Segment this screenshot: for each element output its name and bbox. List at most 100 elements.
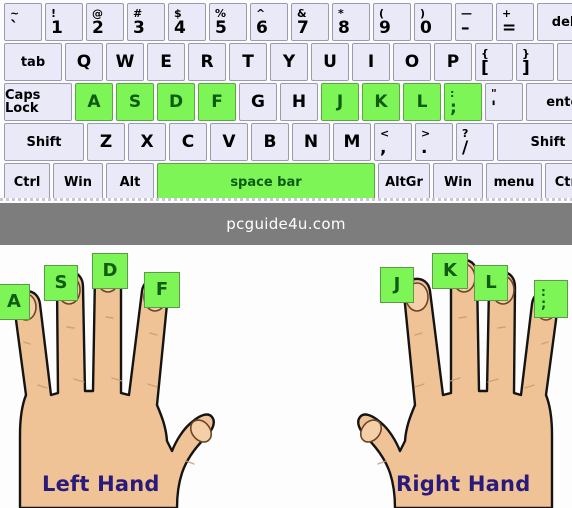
key-h[interactable]: H [280, 83, 318, 121]
key-symbol[interactable]: :; [444, 83, 482, 121]
key-shift[interactable]: Shift [497, 123, 572, 161]
key-v[interactable]: V [210, 123, 248, 161]
key-upper-legend: ! [51, 6, 57, 20]
key-z[interactable]: Z [87, 123, 125, 161]
key-caps-lock[interactable]: Caps Lock [4, 83, 72, 121]
key-j[interactable]: J [321, 83, 359, 121]
key-upper-legend: ? [462, 126, 469, 140]
key-lower-legend: 8 [338, 17, 350, 38]
key-legend: X [140, 131, 154, 152]
key-lower-legend: ] [522, 57, 530, 78]
hands-diagram: ASDFJKL:; space bar [0, 245, 572, 508]
key-k[interactable]: K [362, 83, 400, 121]
key-symbol[interactable]: >. [415, 123, 453, 161]
key-legend: J [336, 91, 344, 112]
key-lower-legend: 0 [420, 17, 432, 38]
key-t[interactable]: T [229, 43, 267, 81]
key-lower-legend: , [380, 137, 387, 158]
key-upper-legend: > [421, 126, 431, 140]
key-0[interactable]: ) 0 [414, 3, 452, 41]
key-menu[interactable]: menu [486, 163, 542, 201]
key-4[interactable]: $4 [168, 3, 206, 41]
key-lower-legend: ` [10, 17, 19, 38]
key-a[interactable]: A [75, 83, 113, 121]
key-6[interactable]: ^ 6 [250, 3, 288, 41]
key-ctrl[interactable]: Ctrl [4, 163, 50, 201]
key-space-bar[interactable]: space bar [157, 163, 375, 201]
keyboard-divider [0, 198, 572, 201]
key-legend: AltGr [385, 174, 423, 190]
key-n[interactable]: N [292, 123, 330, 161]
key-8[interactable]: * 8 [332, 3, 370, 41]
key-3[interactable]: #3 [127, 3, 165, 41]
key-symbol[interactable]: — – [455, 3, 493, 41]
key-legend: W [115, 51, 135, 72]
key-legend: N [303, 131, 319, 152]
key-i[interactable]: I [352, 43, 390, 81]
key-legend: R [200, 51, 214, 72]
key-upper-legend: " [491, 86, 497, 100]
key-symbol[interactable]: ? / [456, 123, 494, 161]
key-lower-legend: [ [481, 57, 489, 78]
key-9[interactable]: (9 [373, 3, 411, 41]
right-finger-key-l: L [474, 265, 508, 301]
key-legend: L [416, 91, 428, 112]
right-finger-key-symbol: :; [534, 280, 568, 318]
key-7[interactable]: & 7 [291, 3, 329, 41]
key-upper-legend: * [338, 6, 344, 20]
key-m[interactable]: M [333, 123, 371, 161]
key-u[interactable]: U [311, 43, 349, 81]
key-legend: Win [63, 174, 93, 190]
key-alt[interactable]: Alt [106, 163, 154, 201]
key-shift[interactable]: Shift [4, 123, 84, 161]
key-x[interactable]: X [128, 123, 166, 161]
key-upper-legend: ^ [256, 6, 266, 20]
key-d[interactable]: D [157, 83, 195, 121]
key-r[interactable]: R [188, 43, 226, 81]
key-enter[interactable]: enter [526, 83, 572, 121]
key-symbol[interactable]: \ [557, 43, 572, 81]
key-symbol[interactable]: <, [374, 123, 412, 161]
key-lower-legend: = [502, 17, 517, 38]
key-e[interactable]: E [147, 43, 185, 81]
left-finger-key-f: F [144, 272, 180, 308]
key-w[interactable]: W [106, 43, 144, 81]
key-legend: B [263, 131, 277, 152]
key-upper-legend: % [215, 6, 227, 20]
key-legend: H [291, 91, 307, 112]
key-legend: Q [76, 51, 92, 72]
key-o[interactable]: O [393, 43, 431, 81]
key-y[interactable]: Y [270, 43, 308, 81]
key-c[interactable]: C [169, 123, 207, 161]
key-ctrl[interactable]: Ctrl [545, 163, 572, 201]
key-symbol[interactable]: + = [496, 3, 534, 41]
key-g[interactable]: G [239, 83, 277, 121]
key-delete[interactable]: delete [537, 3, 572, 41]
key-symbol[interactable]: {[ [475, 43, 513, 81]
key-win[interactable]: Win [53, 163, 103, 201]
key-b[interactable]: B [251, 123, 289, 161]
key-symbol[interactable]: " ' [485, 83, 523, 121]
finger-key-legend: K [443, 260, 457, 281]
key-5[interactable]: % 5 [209, 3, 247, 41]
key-legend: M [343, 131, 361, 152]
key-p[interactable]: P [434, 43, 472, 81]
key-1[interactable]: ! 1 [45, 3, 83, 41]
key-q[interactable]: Q [65, 43, 103, 81]
key-tab[interactable]: tab [4, 43, 62, 81]
key-s[interactable]: S [116, 83, 154, 121]
key-symbol[interactable]: ~ ` [4, 3, 42, 41]
key-altgr[interactable]: AltGr [378, 163, 430, 201]
key-l[interactable]: L [403, 83, 441, 121]
key-symbol[interactable]: }] [516, 43, 554, 81]
key-lower-legend: ' [491, 97, 497, 118]
key-lower-legend: / [462, 137, 469, 158]
key-upper-legend: ~ [10, 6, 20, 20]
key-2[interactable]: @2 [86, 3, 124, 41]
left-hand-label: Left Hand [42, 472, 160, 496]
key-lower-legend: ; [450, 97, 457, 118]
key-win[interactable]: Win [433, 163, 483, 201]
key-legend: Shift [26, 134, 62, 150]
left-finger-key-d: D [92, 253, 128, 289]
key-f[interactable]: F [198, 83, 236, 121]
